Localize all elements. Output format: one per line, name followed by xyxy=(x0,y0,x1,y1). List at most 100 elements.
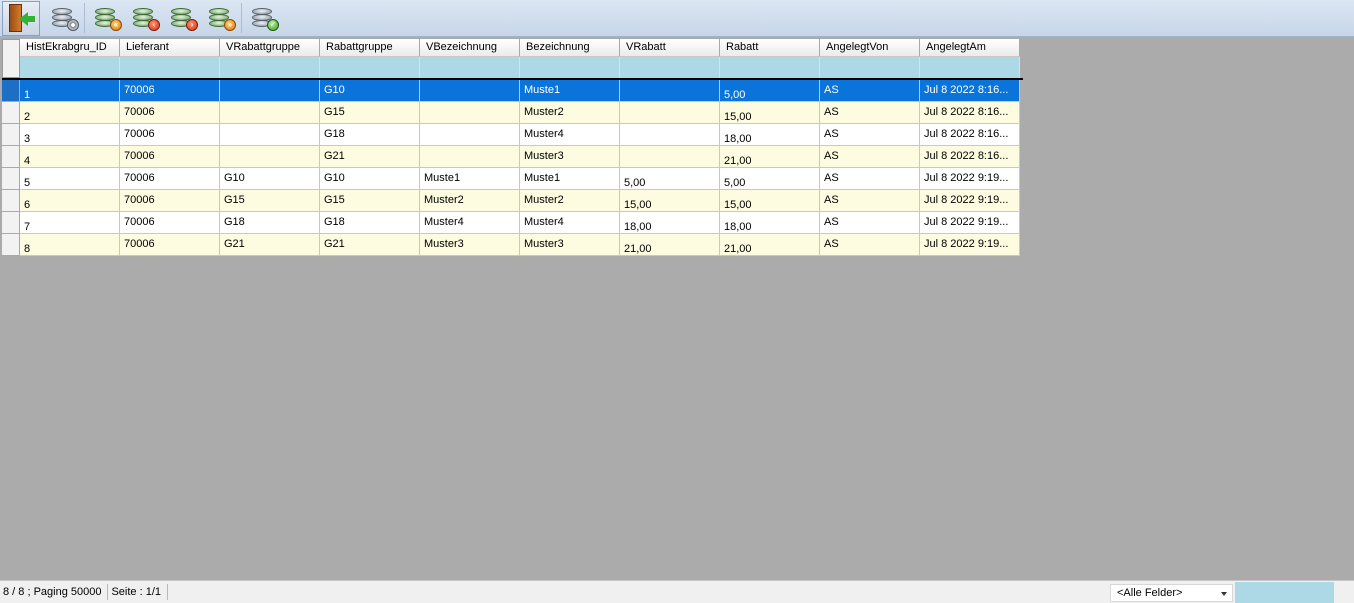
table-row[interactable]: 5 70006 G10 G10 Muste1 Muste1 5,00 5,00 AS Jul 8 … xyxy=(2,168,1020,190)
table-cell[interactable]: Jul 8 2022 8:16... xyxy=(920,146,1020,168)
table-cell[interactable]: AS xyxy=(820,146,920,168)
table-cell[interactable]: 7 xyxy=(20,212,120,234)
column-header[interactable]: VRabattgruppe xyxy=(220,39,320,57)
table-cell[interactable]: G21 xyxy=(220,234,320,256)
table-cell[interactable]: 5,00 xyxy=(620,168,720,190)
table-cell[interactable]: Jul 8 2022 9:19... xyxy=(920,168,1020,190)
table-row[interactable]: 8 70006 G21 G21 Muster3 Muster3 21,00 21,00 AS Ju… xyxy=(2,234,1020,256)
filter-cell[interactable] xyxy=(620,57,720,78)
table-cell[interactable]: Muster3 xyxy=(520,146,620,168)
table-cell[interactable]: 15,00 xyxy=(720,102,820,124)
table-cell[interactable]: G18 xyxy=(320,212,420,234)
table-cell[interactable]: 21,00 xyxy=(620,234,720,256)
table-cell[interactable]: 21,00 xyxy=(720,146,820,168)
filter-cell[interactable] xyxy=(320,57,420,78)
table-cell[interactable]: 70006 xyxy=(120,168,220,190)
table-cell[interactable]: G10 xyxy=(220,168,320,190)
table-cell[interactable]: Jul 8 2022 9:19... xyxy=(920,234,1020,256)
table-cell[interactable]: AS xyxy=(820,168,920,190)
table-cell[interactable]: Jul 8 2022 8:16... xyxy=(920,102,1020,124)
table-cell[interactable]: 70006 xyxy=(120,234,220,256)
table-cell[interactable]: Muster2 xyxy=(520,102,620,124)
column-header[interactable]: HistEkrabgru_ID xyxy=(20,39,120,57)
table-cell[interactable]: 18,00 xyxy=(720,212,820,234)
table-cell[interactable]: 1 xyxy=(20,80,120,102)
table-row[interactable]: 4 70006 G21 Muster3 21,00 AS Jul 8 2022 8:16..… xyxy=(2,146,1020,168)
table-cell[interactable]: Jul 8 2022 9:19... xyxy=(920,190,1020,212)
table-cell[interactable]: 70006 xyxy=(120,212,220,234)
filter-cell[interactable] xyxy=(520,57,620,78)
column-header[interactable]: VRabatt xyxy=(620,39,720,57)
table-cell[interactable]: G10 xyxy=(320,168,420,190)
table-cell[interactable] xyxy=(220,146,320,168)
table-row[interactable]: 1 70006 G10 Muste1 5,00 AS Jul 8 2022 8:16... xyxy=(2,80,1020,102)
table-cell[interactable]: 6 xyxy=(20,190,120,212)
filter-cell[interactable] xyxy=(220,57,320,78)
table-cell[interactable] xyxy=(620,80,720,102)
row-header[interactable] xyxy=(2,190,20,212)
table-cell[interactable]: Jul 8 2022 9:19... xyxy=(920,212,1020,234)
table-cell[interactable]: G15 xyxy=(320,190,420,212)
table-cell[interactable]: G21 xyxy=(320,234,420,256)
table-cell[interactable]: Muster2 xyxy=(420,190,520,212)
table-cell[interactable]: Muster3 xyxy=(420,234,520,256)
table-cell[interactable]: 5,00 xyxy=(720,80,820,102)
table-cell[interactable]: Muste1 xyxy=(520,168,620,190)
table-cell[interactable]: Jul 8 2022 8:16... xyxy=(920,80,1020,102)
table-cell[interactable]: 2 xyxy=(20,102,120,124)
table-cell[interactable] xyxy=(220,102,320,124)
row-header[interactable] xyxy=(2,124,20,146)
row-header[interactable] xyxy=(2,212,20,234)
table-cell[interactable]: Jul 8 2022 8:16... xyxy=(920,124,1020,146)
table-cell[interactable]: AS xyxy=(820,190,920,212)
table-cell[interactable]: AS xyxy=(820,234,920,256)
column-header[interactable]: AngelegtVon xyxy=(820,39,920,57)
filter-cell[interactable] xyxy=(720,57,820,78)
table-cell[interactable]: 4 xyxy=(20,146,120,168)
table-cell[interactable] xyxy=(620,102,720,124)
row-header[interactable] xyxy=(2,168,20,190)
table-cell[interactable]: 18,00 xyxy=(720,124,820,146)
table-cell[interactable]: 15,00 xyxy=(720,190,820,212)
table-row[interactable]: 6 70006 G15 G15 Muster2 Muster2 15,00 15,00 AS Ju… xyxy=(2,190,1020,212)
table-row[interactable]: 3 70006 G18 Muster4 18,00 AS Jul 8 2022 8:16..… xyxy=(2,124,1020,146)
filter-cell[interactable] xyxy=(920,57,1020,78)
table-cell[interactable]: 5,00 xyxy=(720,168,820,190)
row-header[interactable] xyxy=(2,102,20,124)
table-cell[interactable]: Muste1 xyxy=(520,80,620,102)
table-cell[interactable] xyxy=(420,80,520,102)
row-header[interactable] xyxy=(2,80,20,102)
filter-cell[interactable] xyxy=(820,57,920,78)
first-button[interactable]: « xyxy=(89,1,123,35)
table-cell[interactable]: 15,00 xyxy=(620,190,720,212)
table-cell[interactable]: G18 xyxy=(320,124,420,146)
last-button[interactable]: » xyxy=(203,1,237,35)
table-cell[interactable] xyxy=(620,124,720,146)
table-cell[interactable]: AS xyxy=(820,124,920,146)
table-cell[interactable]: Muste1 xyxy=(420,168,520,190)
table-cell[interactable]: Muster4 xyxy=(520,212,620,234)
table-cell[interactable]: AS xyxy=(820,102,920,124)
table-cell[interactable]: G18 xyxy=(220,212,320,234)
settings-button[interactable] xyxy=(46,1,80,35)
table-cell[interactable] xyxy=(220,80,320,102)
table-cell[interactable]: 5 xyxy=(20,168,120,190)
table-cell[interactable] xyxy=(220,124,320,146)
table-cell[interactable]: 8 xyxy=(20,234,120,256)
column-header[interactable]: Bezeichnung xyxy=(520,39,620,57)
table-row[interactable]: 7 70006 G18 G18 Muster4 Muster4 18,00 18,00 AS Ju… xyxy=(2,212,1020,234)
table-cell[interactable]: 70006 xyxy=(120,146,220,168)
table-cell[interactable]: AS xyxy=(820,212,920,234)
table-cell[interactable]: AS xyxy=(820,80,920,102)
table-cell[interactable] xyxy=(420,124,520,146)
search-box[interactable] xyxy=(1235,582,1334,603)
table-cell[interactable]: G21 xyxy=(320,146,420,168)
row-header[interactable] xyxy=(2,234,20,256)
column-header[interactable]: AngelegtAm xyxy=(920,39,1020,57)
table-cell[interactable]: G15 xyxy=(220,190,320,212)
table-cell[interactable] xyxy=(620,146,720,168)
filter-cell[interactable] xyxy=(20,57,120,78)
table-cell[interactable] xyxy=(420,146,520,168)
table-cell[interactable]: G15 xyxy=(320,102,420,124)
column-header[interactable]: Rabatt xyxy=(720,39,820,57)
